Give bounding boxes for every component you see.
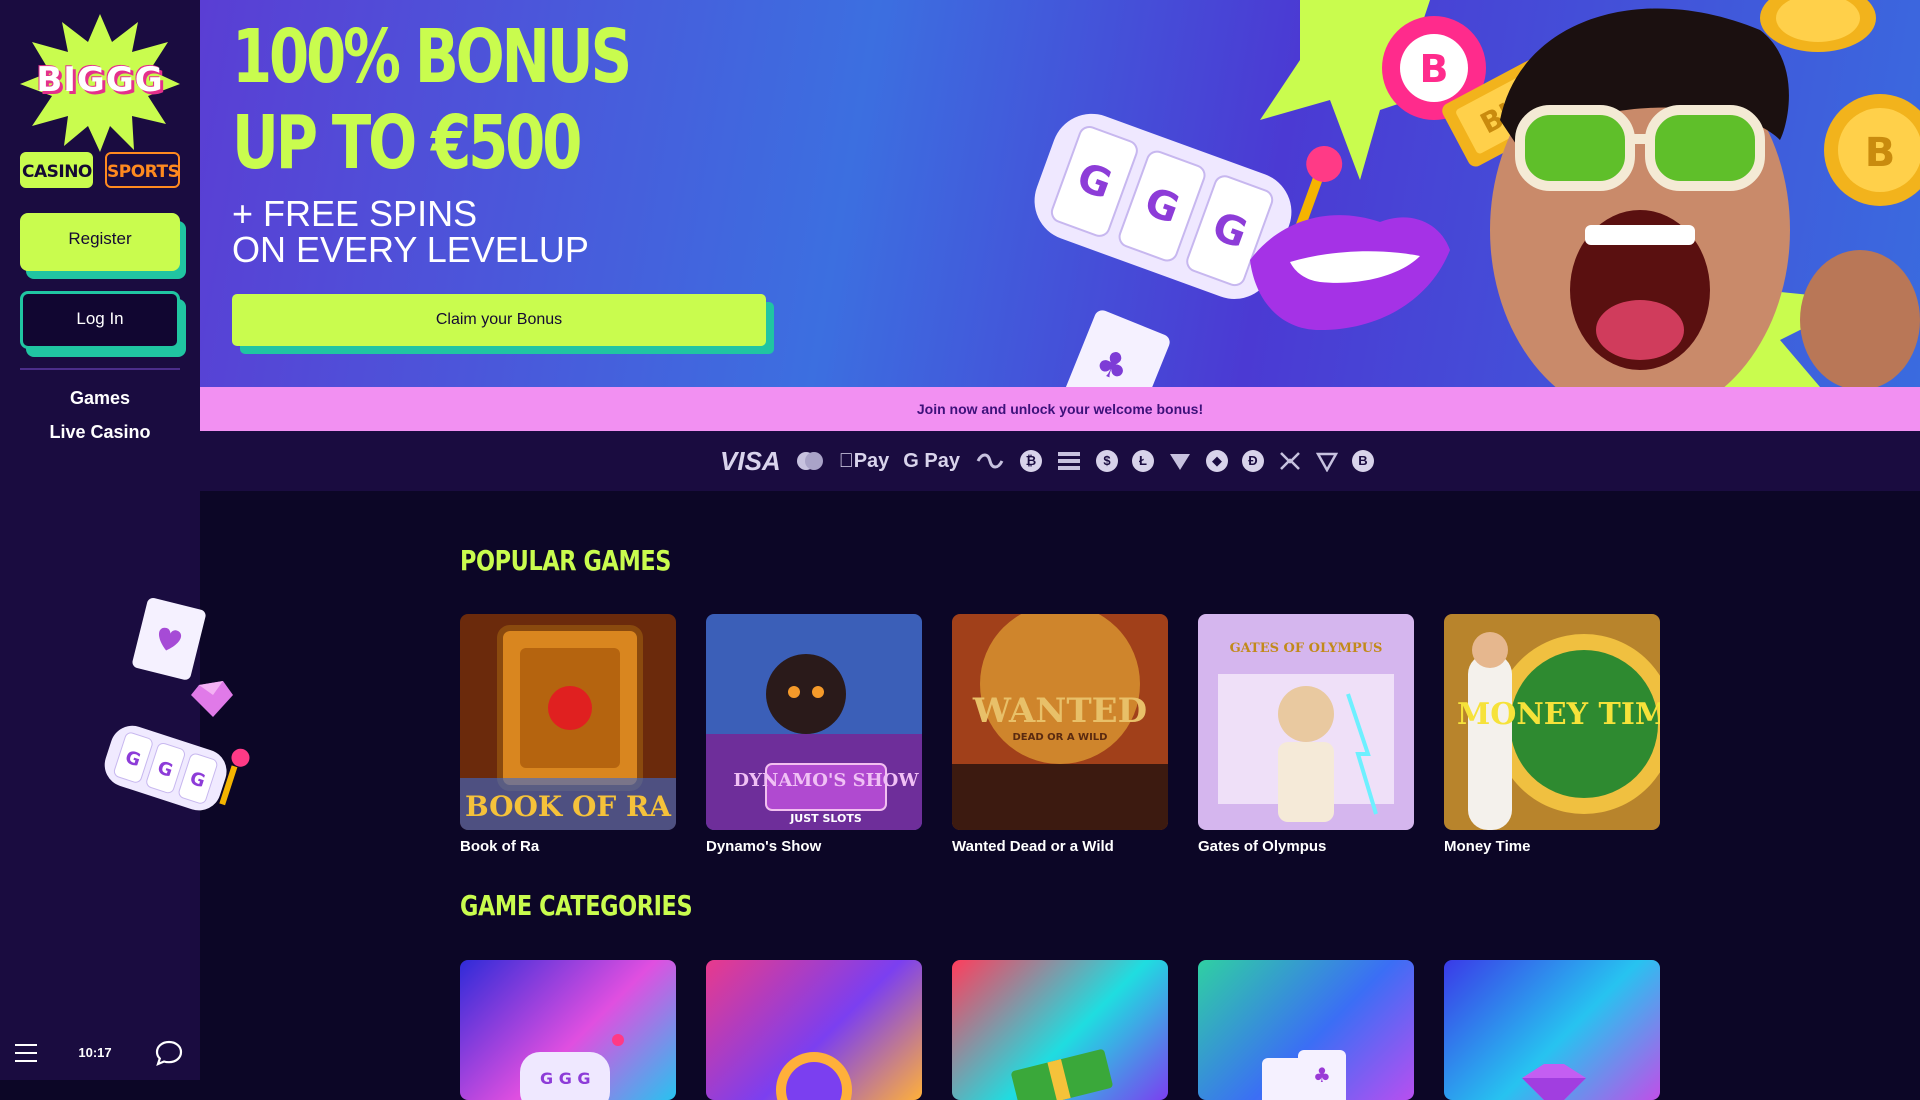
hero-subtitle: + FREE SPINS ON EVERY LEVELUP	[232, 196, 589, 268]
sidebar-footer: 10:17	[0, 1030, 200, 1080]
playing-cards-icon: ♣	[1262, 1050, 1346, 1100]
payment-icons-row: VISA Pay G Pay ₿ $ Ł ◆ Ð B	[720, 431, 1374, 491]
biggg-logo[interactable]: BIGGG	[20, 14, 180, 152]
mode-tabs: CASINO SPORTS	[20, 152, 180, 188]
svg-text:BOOK OF RA: BOOK OF RA	[465, 790, 672, 823]
slot-machine-icon: G G G	[520, 1034, 624, 1100]
tab-casino[interactable]: CASINO	[20, 152, 93, 188]
wheel-icon	[776, 1052, 852, 1100]
bitcoin-icon: ₿	[1019, 450, 1042, 472]
category-card-wheel[interactable]	[706, 960, 922, 1100]
chat-bubble-icon[interactable]	[154, 1038, 184, 1068]
game-card-money-time[interactable]: MONEY TIME Money Time	[1444, 614, 1660, 855]
cash-stack-icon	[1011, 1049, 1113, 1100]
svg-text:JUST SLOTS: JUST SLOTS	[789, 812, 862, 825]
game-thumbnail: BOOK OF RA	[460, 614, 676, 830]
dogecoin-icon: Ð	[1241, 450, 1264, 472]
game-card-wanted-dead-or-a-wild[interactable]: WANTED DEAD OR A WILD Wanted Dead or a W…	[952, 614, 1168, 855]
svg-text:B: B	[1420, 47, 1449, 91]
mastercard-icon	[796, 452, 823, 470]
logo-wordmark: BIGGG	[36, 60, 164, 100]
google-pay-icon: G Pay	[888, 449, 960, 472]
payment-methods-bar: VISA Pay G Pay ₿ $ Ł ◆ Ð B	[200, 431, 1920, 491]
svg-text:MONEY TIME: MONEY TIME	[1457, 697, 1660, 732]
game-thumbnail: GATES OF OLYMPUS	[1198, 614, 1414, 830]
svg-text:♣: ♣	[1313, 1063, 1331, 1087]
game-card-book-of-ra[interactable]: BOOK OF RA Book of Ra	[460, 614, 676, 855]
clock: 10:17	[78, 1045, 112, 1060]
binance-icon: ◆	[1205, 450, 1228, 472]
gold-coin-icon: B	[1824, 94, 1920, 206]
slot-reels-icon: G G G	[104, 725, 250, 811]
decorative-slot-illustration: G G G	[95, 595, 275, 835]
nav-item-live-casino[interactable]: Live Casino	[0, 422, 200, 443]
svg-text:DEAD OR A WILD: DEAD OR A WILD	[1013, 732, 1108, 743]
usdc-icon: $	[1095, 450, 1118, 472]
lips-icon	[1250, 215, 1450, 330]
tab-sports[interactable]: SPORTS	[105, 152, 180, 188]
register-button[interactable]: Register	[20, 213, 180, 271]
solana-icon	[1057, 452, 1080, 470]
playing-card-icon: ♣	[1062, 310, 1170, 387]
welcome-bonus-banner[interactable]: Join now and unlock your welcome bonus!	[200, 387, 1920, 431]
sidebar-divider	[20, 368, 180, 370]
category-card-slots[interactable]: G G G	[460, 960, 676, 1100]
gem-icon	[191, 681, 233, 717]
hero-banner: 100% BONUS UP TO €500 + FREE SPINS ON EV…	[200, 0, 1920, 387]
bitcoin-cash-icon: B	[1351, 450, 1374, 472]
hero-subtitle-line2: ON EVERY LEVELUP	[232, 229, 589, 270]
game-title: Book of Ra	[460, 838, 540, 855]
category-card-cash[interactable]	[952, 960, 1168, 1100]
hero-title: 100% BONUS UP TO €500	[232, 14, 632, 186]
game-card-dynamos-show[interactable]: DYNAMO'S SHOW JUST SLOTS Dynamo's Show	[706, 614, 922, 855]
hero-title-line1: 100% BONUS	[232, 14, 632, 100]
game-thumbnail: DYNAMO'S SHOW JUST SLOTS	[706, 614, 922, 830]
game-title: Gates of Olympus	[1198, 838, 1327, 855]
tether-icon	[1315, 452, 1338, 472]
category-card-table-games[interactable]: ♣	[1198, 960, 1414, 1100]
claim-bonus-button[interactable]: Claim your Bonus	[232, 294, 766, 346]
game-thumbnail: MONEY TIME	[1444, 614, 1660, 830]
category-card-diamond[interactable]	[1444, 960, 1660, 1100]
svg-text:GATES OF OLYMPUS: GATES OF OLYMPUS	[1230, 641, 1383, 656]
svg-text:WANTED: WANTED	[972, 691, 1147, 731]
xrp-icon	[1280, 452, 1300, 470]
game-thumbnail: WANTED DEAD OR A WILD	[952, 614, 1168, 830]
hamburger-menu-icon[interactable]	[15, 1044, 37, 1064]
apple-pay-icon: Pay	[838, 449, 890, 472]
hero-title-line2: UP TO €500	[232, 100, 582, 186]
litecoin-icon: Ł	[1131, 450, 1154, 472]
nav-item-games[interactable]: Games	[0, 388, 200, 409]
game-title: Dynamo's Show	[706, 838, 822, 855]
svg-text:G G G: G G G	[540, 1069, 591, 1088]
game-categories-title: GAME CATEGORIES	[460, 889, 693, 922]
svg-text:DYNAMO'S SHOW: DYNAMO'S SHOW	[733, 770, 919, 791]
game-title: Money Time	[1444, 838, 1531, 855]
hero-illustration: B BIGGG G G G ♣	[1034, 0, 1920, 387]
diamond-icon	[1522, 1064, 1586, 1100]
playing-card-icon	[132, 597, 206, 680]
gold-coin-icon	[1760, 0, 1876, 52]
login-button[interactable]: Log In	[20, 291, 180, 349]
game-card-gates-of-olympus[interactable]: GATES OF OLYMPUS Gates of Olympus	[1198, 614, 1414, 855]
hero-subtitle-line1: + FREE SPINS	[232, 193, 478, 234]
svg-text:B: B	[1865, 130, 1896, 176]
sidebar: BIGGG CASINO SPORTS Register Log In Game…	[0, 0, 250, 1080]
game-title: Wanted Dead or a Wild	[952, 838, 1114, 855]
tron-icon	[1169, 454, 1190, 470]
visa-icon: VISA	[720, 445, 781, 476]
popular-games-title: POPULAR GAMES	[460, 544, 671, 577]
mifinity-icon	[976, 453, 1004, 469]
